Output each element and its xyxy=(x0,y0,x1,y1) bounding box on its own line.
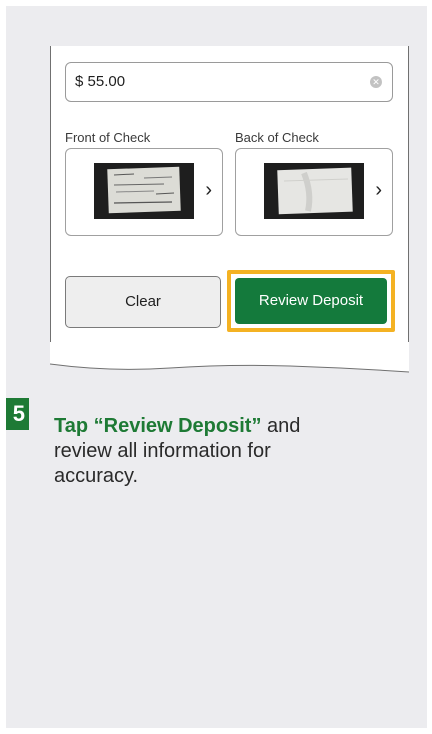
back-of-check-label: Back of Check xyxy=(235,130,319,145)
front-of-check-card[interactable]: › xyxy=(65,148,223,236)
step-number-badge: 5 xyxy=(6,398,29,430)
instruction-text: Tap “Review Deposit” and review all info… xyxy=(54,414,354,489)
instruction-panel: $ 55.00 ✕ Front of Check Back of Check › xyxy=(6,6,427,728)
back-of-check-card[interactable]: › xyxy=(235,148,393,236)
torn-edge xyxy=(50,342,409,373)
back-check-image xyxy=(264,163,364,219)
review-deposit-highlight: Review Deposit xyxy=(227,270,395,332)
front-of-check-label: Front of Check xyxy=(65,130,151,145)
amount-input[interactable]: $ 55.00 ✕ xyxy=(65,62,393,102)
amount-value: $ 55.00 xyxy=(75,73,126,90)
instruction-highlight: Tap “Review Deposit” xyxy=(54,415,262,437)
chevron-right-icon: › xyxy=(375,179,382,201)
review-deposit-button[interactable]: Review Deposit xyxy=(235,278,387,324)
clear-button[interactable]: Clear xyxy=(65,276,221,328)
clear-circle-icon[interactable]: ✕ xyxy=(370,76,382,88)
phone-screenshot: $ 55.00 ✕ Front of Check Back of Check › xyxy=(50,46,409,373)
front-check-image xyxy=(94,163,194,219)
chevron-right-icon: › xyxy=(205,179,212,201)
